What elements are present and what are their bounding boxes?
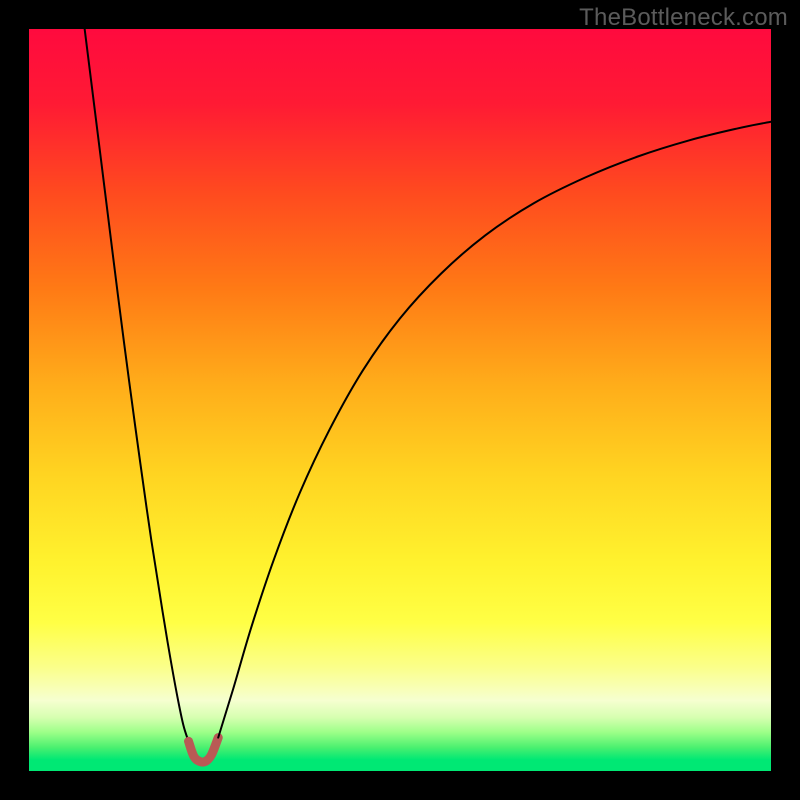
- series-bottom-dip: [189, 738, 219, 763]
- plot-area: [29, 29, 771, 771]
- series-left-branch: [85, 29, 189, 741]
- bottleneck-curve: [29, 29, 771, 771]
- watermark-text: TheBottleneck.com: [579, 4, 788, 32]
- series-right-branch: [218, 122, 771, 738]
- chart-frame: TheBottleneck.com: [0, 0, 800, 800]
